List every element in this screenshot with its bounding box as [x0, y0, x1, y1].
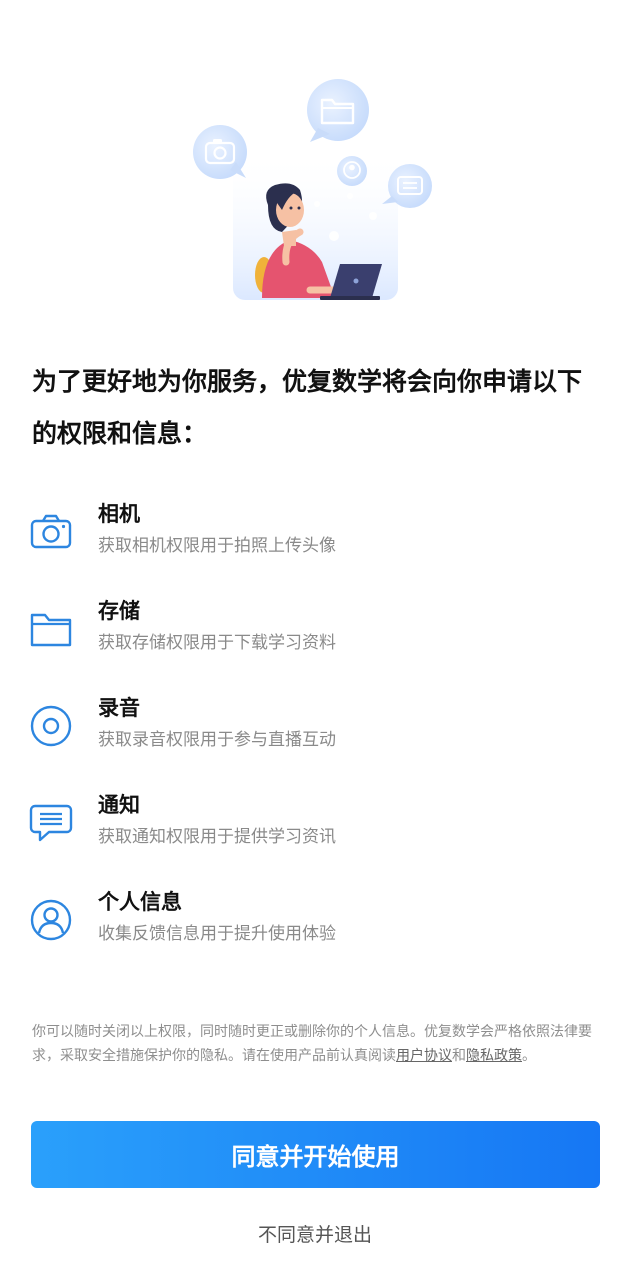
folder-bubble-icon	[307, 79, 369, 142]
privacy-policy-link[interactable]: 隐私政策	[466, 1048, 522, 1064]
permission-description: 获取存储权限用于下载学习资料	[98, 633, 336, 653]
record-icon	[30, 705, 72, 747]
permission-title: 存储	[98, 599, 140, 623]
permission-title: 录音	[98, 696, 140, 720]
notice-end-text: 。	[522, 1048, 536, 1064]
permission-description: 获取通知权限用于提供学习资讯	[98, 827, 336, 847]
permission-item-personal-info: 个人信息 收集反馈信息用于提升使用体验	[0, 876, 630, 973]
permission-description: 获取相机权限用于拍照上传头像	[98, 536, 336, 556]
permission-title: 个人信息	[98, 890, 182, 914]
user-bubble-icon	[337, 156, 367, 186]
user-icon	[30, 899, 72, 941]
message-icon	[29, 804, 73, 842]
permission-title: 相机	[98, 502, 140, 526]
permission-headline: 为了更好地为你服务，优复数学将会向你申请以下的权限和信息：	[32, 367, 583, 448]
permission-list: 相机 获取相机权限用于拍照上传头像 存储 获取存储权限用于下载学习资料 录音 获…	[0, 488, 630, 973]
permission-title: 通知	[98, 793, 140, 817]
permission-illustration	[193, 79, 432, 300]
folder-icon	[30, 613, 72, 647]
permission-description: 收集反馈信息用于提升使用体验	[98, 924, 336, 944]
agree-button[interactable]: 同意并开始使用	[31, 1121, 600, 1188]
notice-and-text: 和	[452, 1048, 466, 1064]
permission-item-camera: 相机 获取相机权限用于拍照上传头像	[0, 488, 630, 585]
camera-bubble-icon	[193, 125, 247, 179]
camera-icon	[30, 514, 72, 549]
user-agreement-link[interactable]: 用户协议	[396, 1048, 452, 1064]
permission-item-notification: 通知 获取通知权限用于提供学习资讯	[0, 779, 630, 876]
privacy-notice: 你可以随时关闭以上权限，同时随时更正或删除你的个人信息。优复数学会严格依照法律要…	[32, 1020, 600, 1068]
permission-description: 获取录音权限用于参与直播互动	[98, 730, 336, 750]
permission-item-storage: 存储 获取存储权限用于下载学习资料	[0, 585, 630, 682]
permission-item-record: 录音 获取录音权限用于参与直播互动	[0, 682, 630, 779]
decline-exit-button[interactable]: 不同意并退出	[0, 1220, 630, 1247]
